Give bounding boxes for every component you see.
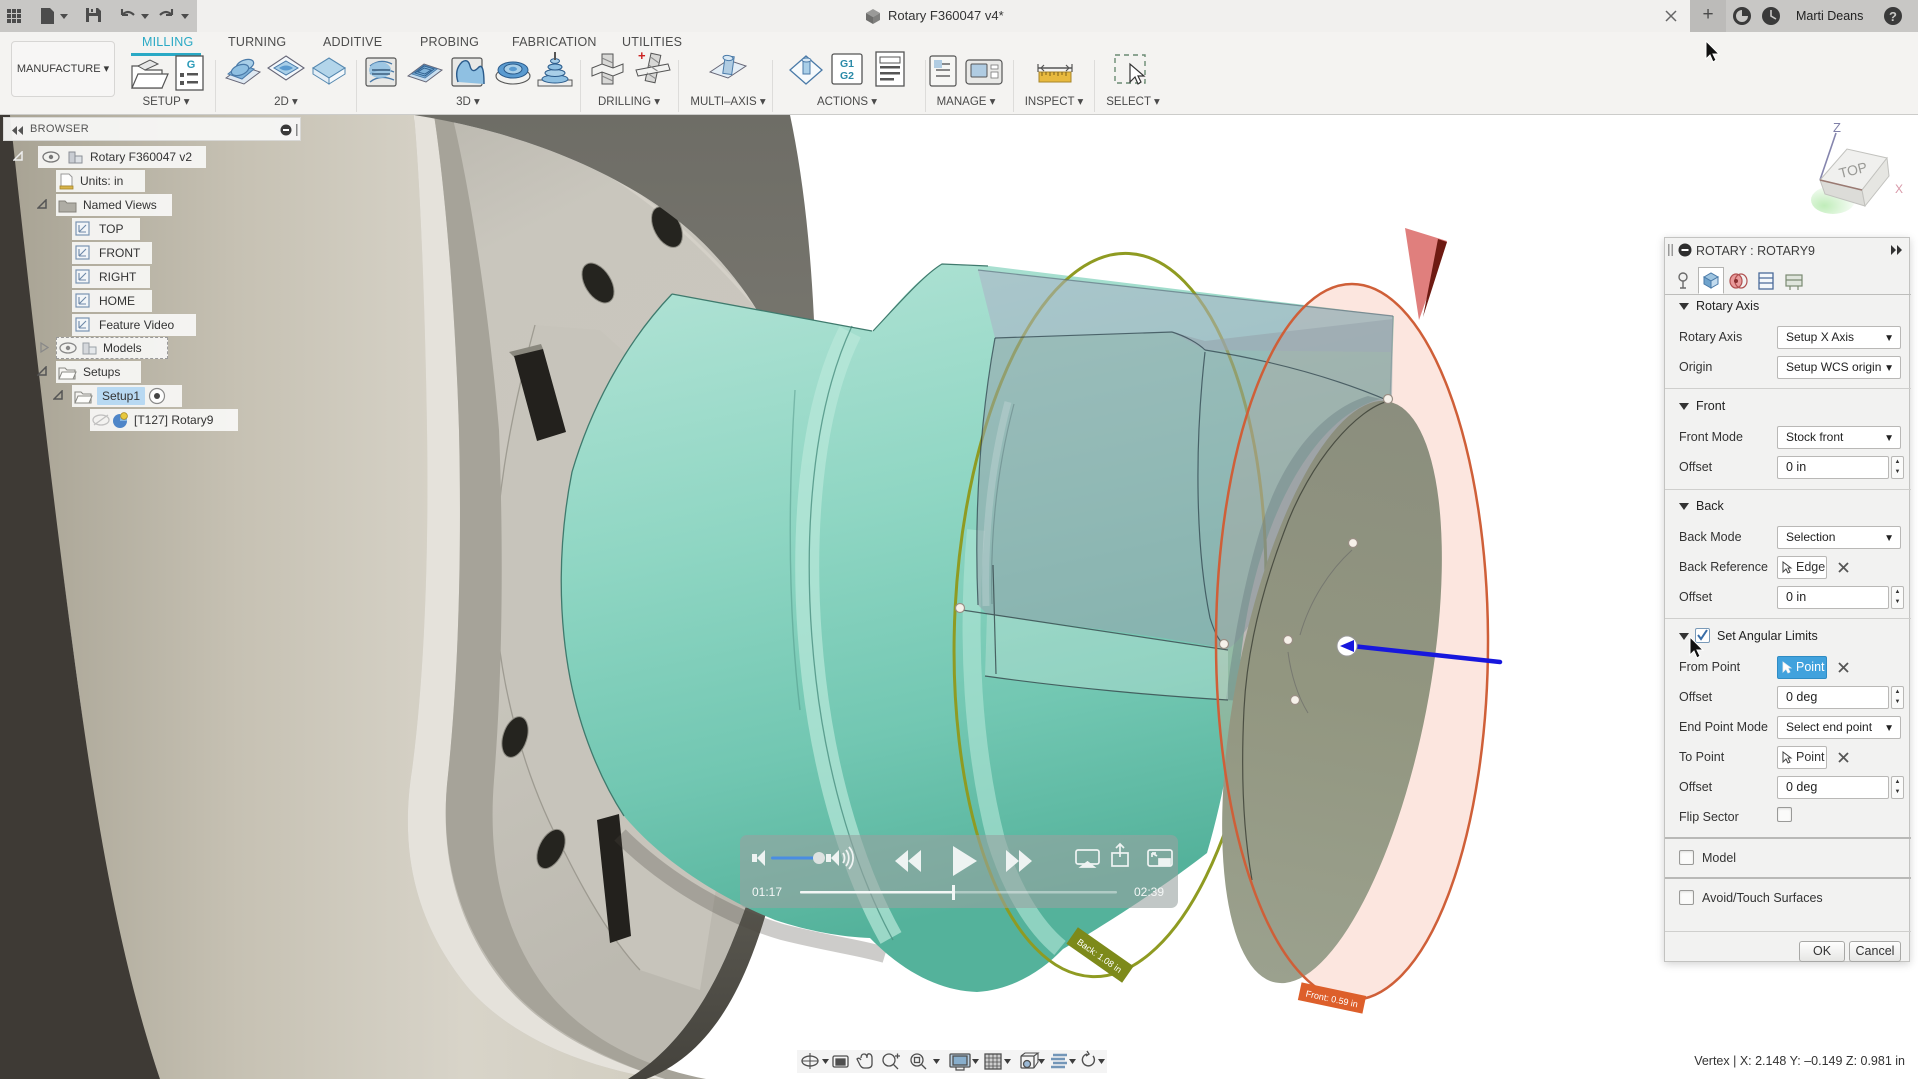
svg-text:G2: G2 [840,70,854,82]
svg-text:G: G [187,59,196,71]
svg-text:G1: G1 [840,58,854,70]
svg-text:+: + [638,48,646,63]
svg-text:?: ? [1889,9,1897,24]
svg-text:Z: Z [1833,120,1841,135]
svg-text:X: X [1895,182,1903,196]
